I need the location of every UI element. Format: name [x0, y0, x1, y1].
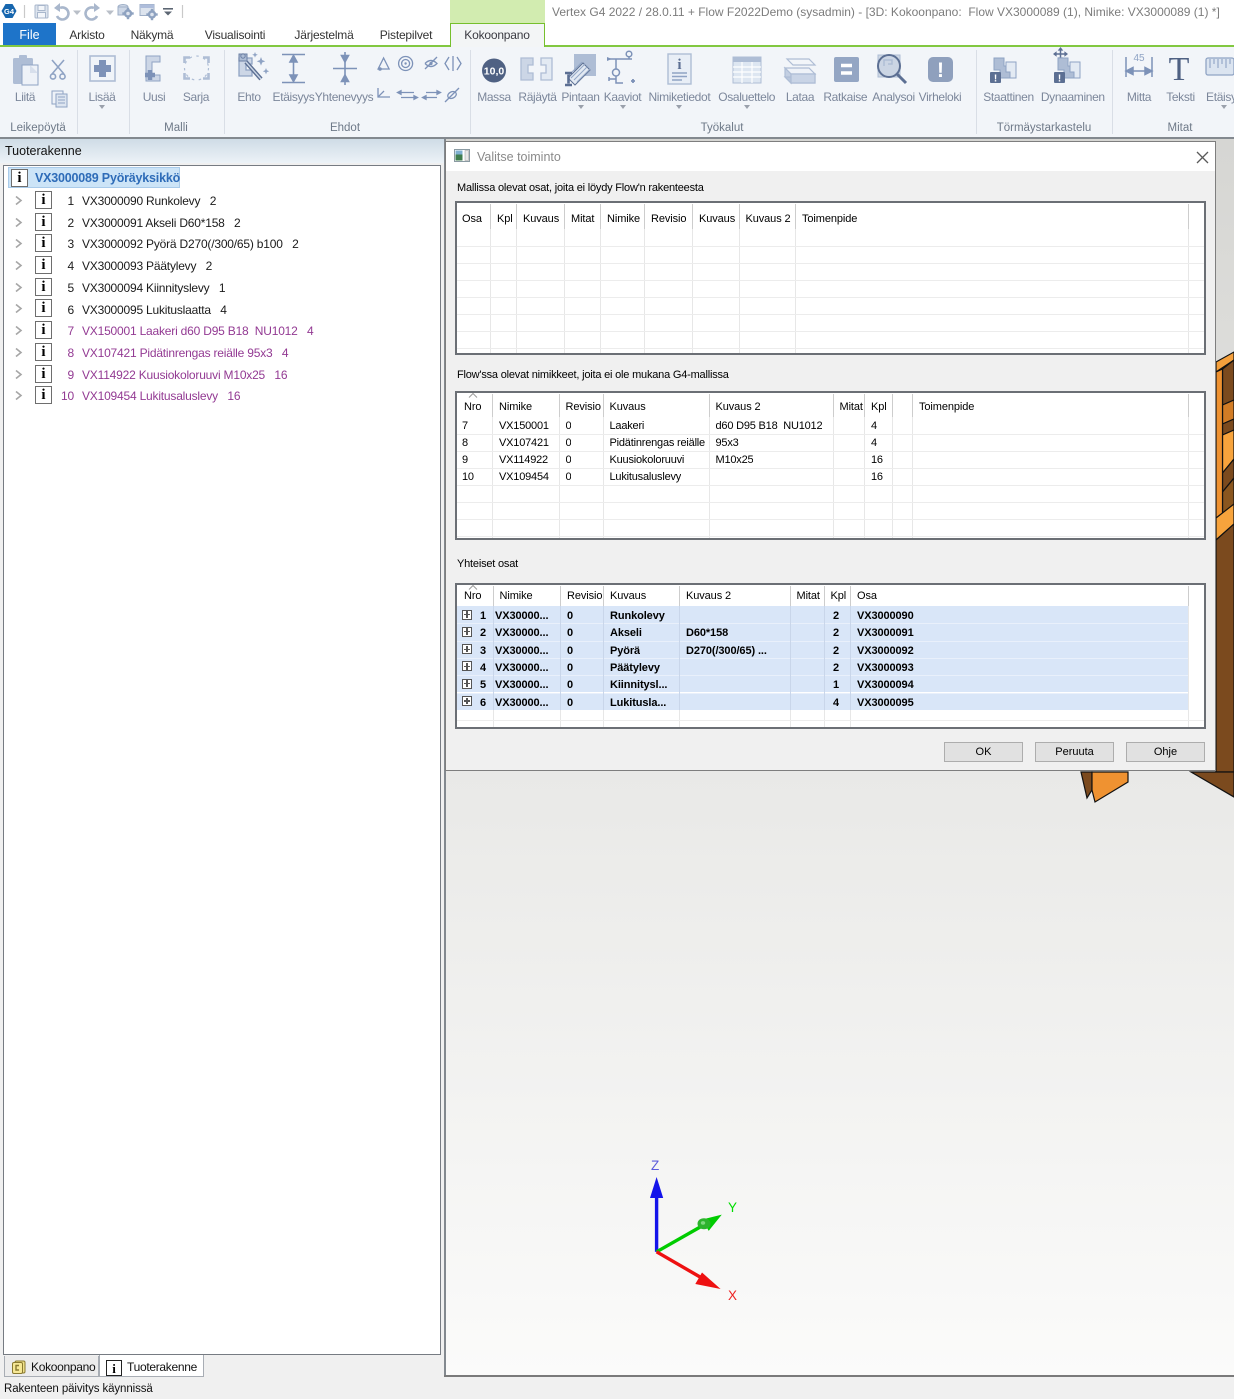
- svg-text:X: X: [728, 1288, 737, 1303]
- svg-text:10,0: 10,0: [484, 66, 505, 78]
- svg-text:i: i: [677, 57, 681, 73]
- svg-text:45: 45: [1133, 53, 1145, 64]
- svg-text:!: !: [994, 74, 997, 85]
- svg-text:!: !: [1058, 74, 1061, 85]
- svg-text:T: T: [1169, 51, 1190, 88]
- svg-text:Z: Z: [651, 1158, 659, 1173]
- svg-text:G4: G4: [4, 7, 15, 16]
- svg-text:Y: Y: [728, 1200, 737, 1215]
- svg-text:!: !: [937, 59, 944, 82]
